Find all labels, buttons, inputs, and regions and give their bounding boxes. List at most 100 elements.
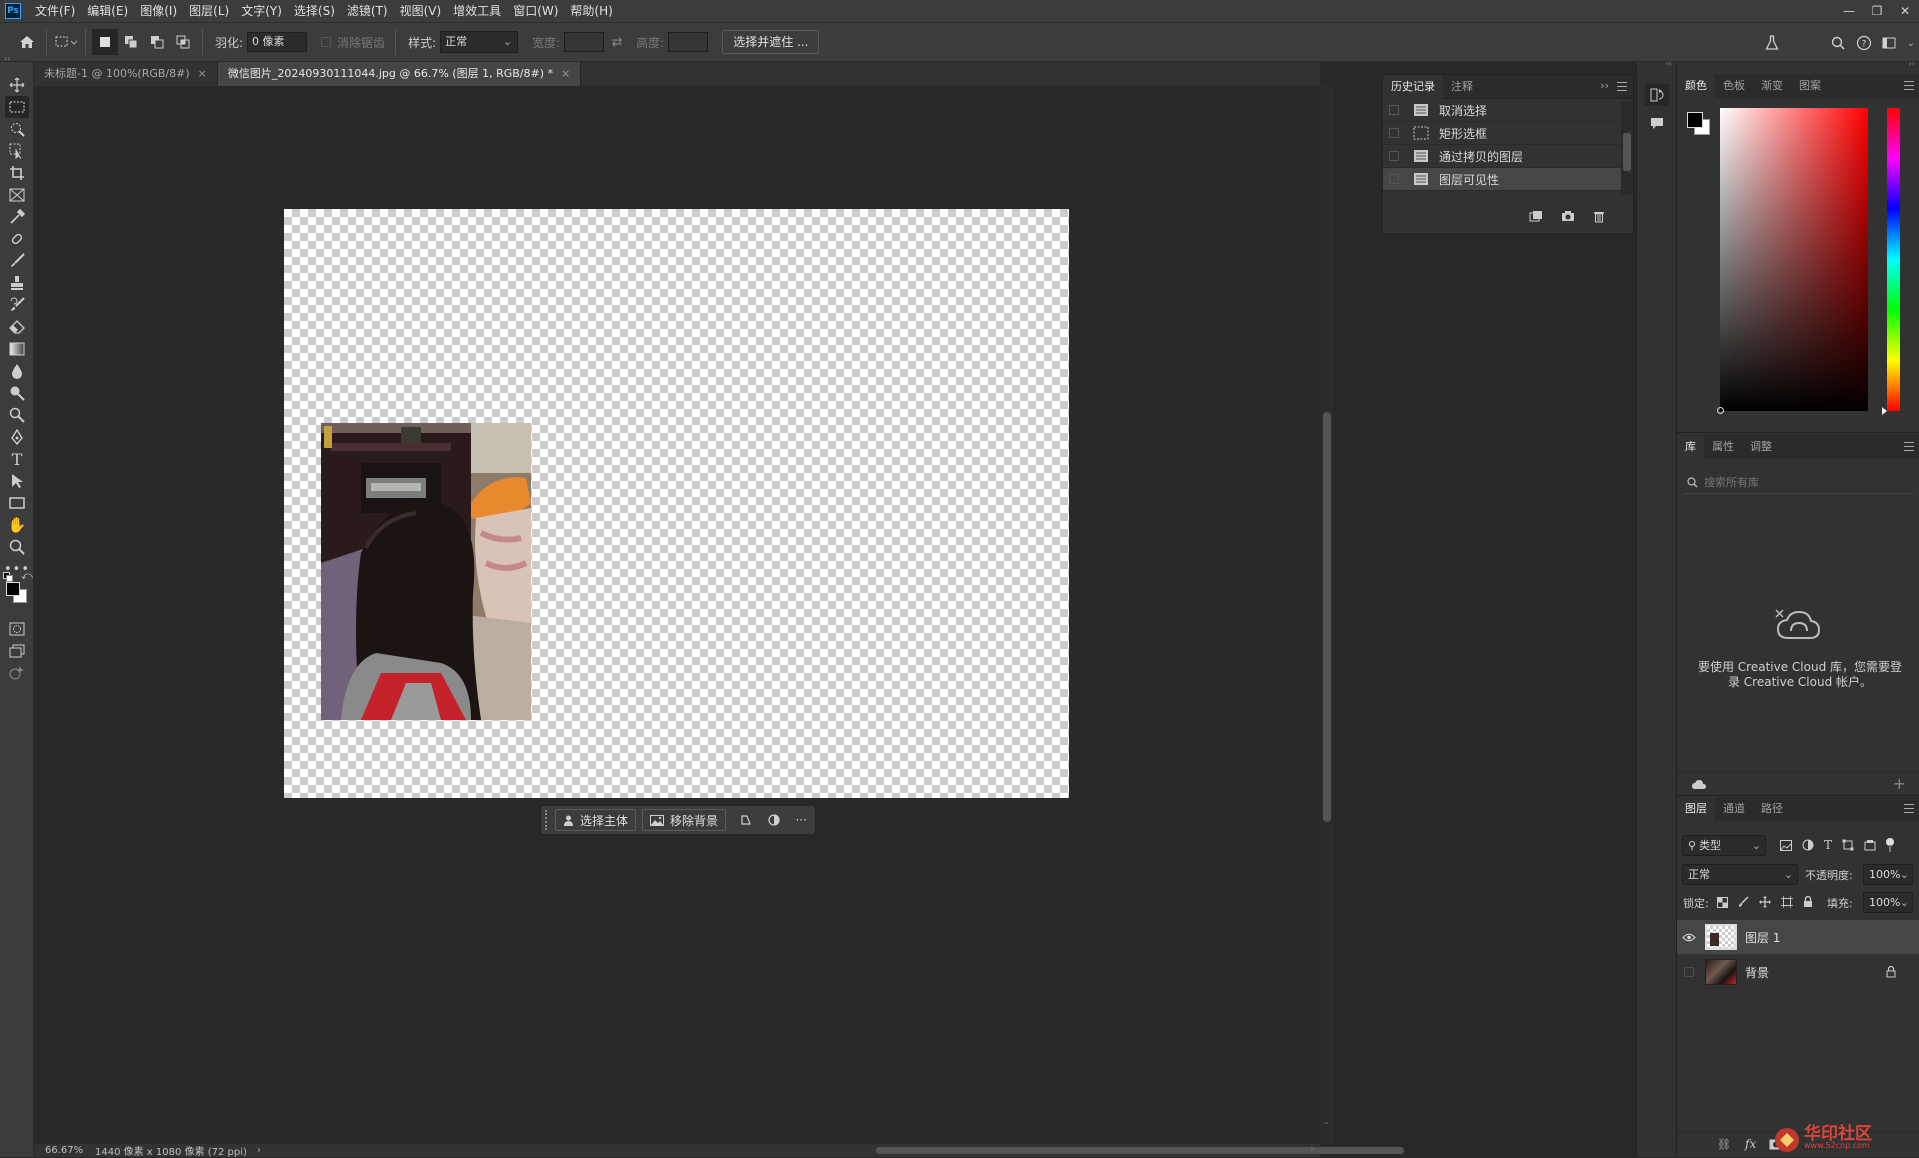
trash-icon[interactable] xyxy=(1593,210,1605,223)
menu-filter[interactable]: 滤镜(T) xyxy=(341,0,394,22)
hue-slider[interactable] xyxy=(1882,108,1900,415)
layer-photo-image[interactable] xyxy=(321,423,531,720)
vertical-scrollbar[interactable]: ⌄ xyxy=(1320,86,1334,1144)
horizontal-scroll-thumb[interactable] xyxy=(876,1147,1404,1154)
foreground-color-swatch[interactable] xyxy=(6,582,20,596)
tab-channels[interactable]: 通道 xyxy=(1715,797,1753,821)
rectangular-marquee-tool-icon[interactable] xyxy=(5,96,29,118)
close-window-icon[interactable]: ✕ xyxy=(1891,0,1919,22)
tab-color[interactable]: 颜色 xyxy=(1677,74,1715,98)
history-checkbox[interactable] xyxy=(1389,174,1399,184)
history-panel-icon[interactable] xyxy=(1645,84,1669,106)
feather-input[interactable]: 0 像素 xyxy=(247,32,308,52)
lock-artboard-icon[interactable] xyxy=(1781,896,1793,908)
workspace[interactable]: 选择主体 移除背景 ··· xyxy=(34,86,1320,1144)
zoom-tool-icon[interactable] xyxy=(5,536,29,558)
width-input[interactable] xyxy=(564,32,605,52)
lock-pixels-icon[interactable] xyxy=(1738,896,1749,908)
menu-select[interactable]: 选择(S) xyxy=(288,0,341,22)
new-document-from-state-icon[interactable] xyxy=(1529,210,1543,222)
tab-swatches[interactable]: 色板 xyxy=(1715,74,1753,98)
history-item[interactable]: 取消选择 xyxy=(1383,99,1633,122)
path-selection-tool-icon[interactable] xyxy=(5,470,29,492)
history-checkbox[interactable] xyxy=(1389,151,1399,161)
tab-patterns[interactable]: 图案 xyxy=(1791,74,1829,98)
swap-icon[interactable]: ⇄ xyxy=(604,29,630,55)
visibility-eye-icon[interactable] xyxy=(1677,933,1701,942)
panel-menu-icon[interactable] xyxy=(1904,81,1914,90)
collapse-dock-icon[interactable]: ›› xyxy=(1909,59,1915,68)
crop-tool-icon[interactable] xyxy=(5,162,29,184)
style-select[interactable]: 正常 ⌄ xyxy=(440,31,519,53)
tab-notes[interactable]: 注释 xyxy=(1443,75,1481,99)
menu-image[interactable]: 图像(I) xyxy=(134,0,183,22)
chevron-down-icon[interactable]: ⌄ xyxy=(1903,30,1919,56)
history-item[interactable]: 矩形选框 xyxy=(1383,122,1633,145)
menu-view[interactable]: 视图(V) xyxy=(394,0,448,22)
tab-properties[interactable]: 属性 xyxy=(1704,435,1742,459)
filter-adjustment-icon[interactable] xyxy=(1802,839,1814,851)
comment-icon[interactable] xyxy=(1645,112,1669,134)
sponge-tool-icon[interactable] xyxy=(5,404,29,426)
home-icon[interactable] xyxy=(14,29,40,55)
layer-filter-select[interactable]: ⚲ 类型 ⌄ xyxy=(1682,835,1766,856)
intersect-selection-icon[interactable] xyxy=(170,29,196,55)
panel-menu-icon[interactable] xyxy=(1617,82,1627,91)
vertical-scroll-thumb[interactable] xyxy=(1323,412,1331,822)
tab-gradients[interactable]: 渐变 xyxy=(1753,74,1791,98)
menu-plugins[interactable]: 增效工具 xyxy=(447,0,507,22)
object-selection-tool-icon[interactable] xyxy=(5,140,29,162)
filter-shape-icon[interactable] xyxy=(1842,839,1854,851)
tab-wechat-image[interactable]: 微信图片_20240930111044.jpg @ 66.7% (图层 1, R… xyxy=(217,62,582,86)
remove-background-button[interactable]: 移除背景 xyxy=(641,809,726,831)
add-library-icon[interactable]: + xyxy=(1893,774,1906,793)
eyedropper-tool-icon[interactable] xyxy=(5,206,29,228)
history-checkbox[interactable] xyxy=(1389,105,1399,115)
antialias-checkbox[interactable] xyxy=(321,37,332,47)
quick-mask-icon[interactable] xyxy=(5,618,29,640)
tab-untitled-1[interactable]: 未标题-1 @ 100%(RGB/8#) × xyxy=(34,62,218,86)
healing-brush-tool-icon[interactable] xyxy=(5,228,29,250)
library-search-input[interactable] xyxy=(1704,476,1894,489)
history-checkbox[interactable] xyxy=(1389,128,1399,138)
drag-handle-icon[interactable] xyxy=(545,810,549,830)
clone-stamp-tool-icon[interactable] xyxy=(5,272,29,294)
menu-layer[interactable]: 图层(L) xyxy=(183,0,235,22)
opacity-input[interactable]: 100% ⌄ xyxy=(1863,864,1913,885)
library-search[interactable] xyxy=(1683,472,1914,494)
blur-tool-icon[interactable] xyxy=(5,360,29,382)
workspace-icon[interactable] xyxy=(1877,30,1903,56)
move-tool-icon[interactable] xyxy=(5,74,29,96)
new-selection-icon[interactable] xyxy=(92,29,118,55)
search-icon[interactable] xyxy=(1825,30,1851,56)
link-layers-icon[interactable]: ⛓ xyxy=(1717,1138,1731,1151)
filter-toggle[interactable] xyxy=(1886,838,1895,852)
history-scroll-thumb[interactable] xyxy=(1623,133,1631,171)
gradient-tool-icon[interactable] xyxy=(5,338,29,360)
layer-row-background[interactable]: 背景 xyxy=(1677,955,1919,989)
history-item[interactable]: 通过拷贝的图层 xyxy=(1383,145,1633,168)
menu-window[interactable]: 窗口(W) xyxy=(507,0,564,22)
tab-layers[interactable]: 图层 xyxy=(1677,797,1715,821)
horizontal-scrollbar[interactable]: ‹ › xyxy=(196,1144,1404,1157)
menu-type[interactable]: 文字(Y) xyxy=(235,0,288,22)
select-and-mask-button[interactable]: 选择并遮住 ... xyxy=(722,30,820,54)
screen-mode-icon[interactable] xyxy=(5,640,29,662)
marquee-preset-icon[interactable] xyxy=(53,29,79,55)
zoom-level[interactable]: 66.67% xyxy=(45,1145,91,1156)
add-selection-icon[interactable] xyxy=(118,29,144,55)
scroll-down-icon[interactable]: ⌄ xyxy=(1323,1117,1330,1126)
collapse-strip-icon[interactable]: ‹‹ xyxy=(1666,59,1672,68)
scroll-right-icon[interactable]: › xyxy=(1310,1144,1314,1155)
tab-adjustments[interactable]: 调整 xyxy=(1742,435,1780,459)
tab-libraries[interactable]: 库 xyxy=(1677,435,1704,459)
camera-icon[interactable] xyxy=(1561,210,1575,222)
color-panel-swatches[interactable] xyxy=(1686,111,1714,139)
filter-type-icon[interactable]: T xyxy=(1824,838,1832,852)
generative-icon[interactable] xyxy=(5,662,29,684)
history-brush-tool-icon[interactable] xyxy=(5,294,29,316)
height-input[interactable] xyxy=(668,32,709,52)
subtract-selection-icon[interactable] xyxy=(144,29,170,55)
eraser-tool-icon[interactable] xyxy=(5,316,29,338)
rectangle-tool-icon[interactable] xyxy=(5,492,29,514)
